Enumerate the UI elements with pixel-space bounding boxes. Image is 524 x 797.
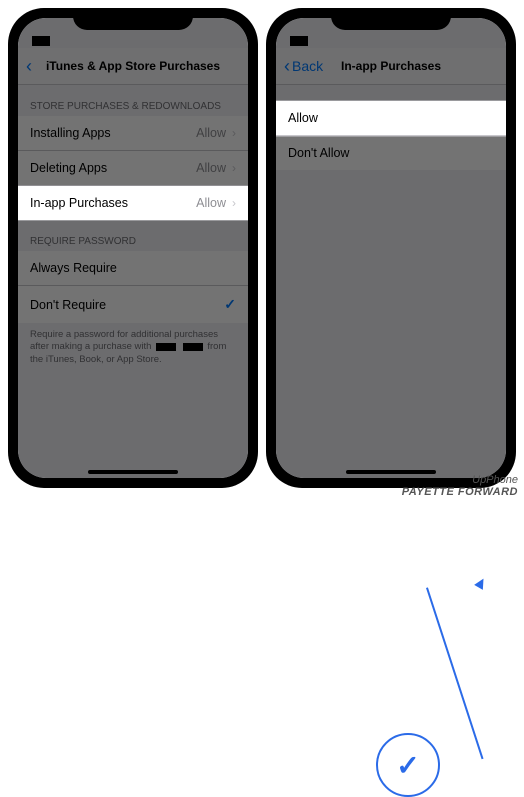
row-label: Installing Apps: [30, 126, 111, 140]
chevron-right-icon: ›: [232, 196, 236, 210]
row-label: Allow: [288, 111, 318, 125]
back-label: Back: [292, 58, 323, 74]
section-footer-password: Require a password for additional purcha…: [18, 323, 248, 372]
phone-frame-left: ‹ iTunes & App Store Purchases STORE PUR…: [8, 8, 258, 488]
page-title: iTunes & App Store Purchases: [18, 59, 248, 73]
redacted-block: [183, 343, 203, 351]
row-installing-apps[interactable]: Installing Apps Allow ›: [18, 116, 248, 151]
annotation-line: [426, 587, 484, 759]
home-indicator[interactable]: [88, 470, 178, 474]
notch: [73, 8, 193, 30]
row-label: Deleting Apps: [30, 161, 107, 175]
annotation-circle: ✓: [376, 733, 440, 797]
row-allow[interactable]: Allow: [276, 101, 506, 136]
screen-right: ‹ Back In-app Purchases Allow Don't Allo…: [276, 18, 506, 478]
watermark-line1: UpPhone: [402, 474, 518, 486]
list-password: Always Require Don't Require ✓: [18, 251, 248, 323]
row-label: Don't Allow: [288, 146, 349, 160]
phone-frame-right: ‹ Back In-app Purchases Allow Don't Allo…: [266, 8, 516, 488]
screen-left: ‹ iTunes & App Store Purchases STORE PUR…: [18, 18, 248, 478]
chevron-left-icon: ‹: [284, 57, 290, 75]
row-dont-require[interactable]: Don't Require ✓: [18, 286, 248, 323]
row-label: In-app Purchases: [30, 196, 128, 210]
row-always-require[interactable]: Always Require: [18, 251, 248, 286]
watermark-line2: PAYETTE FORWARD: [402, 486, 518, 498]
list-allow-options: Allow Don't Allow: [276, 101, 506, 170]
notch: [331, 8, 451, 30]
status-icon-block: [32, 36, 50, 46]
row-deleting-apps[interactable]: Deleting Apps Allow ›: [18, 151, 248, 186]
status-icon-block: [290, 36, 308, 46]
watermark: UpPhone PAYETTE FORWARD: [402, 474, 518, 498]
back-button[interactable]: ‹ Back: [284, 57, 323, 75]
section-header-password: REQUIRE PASSWORD: [18, 220, 248, 251]
chevron-right-icon: ›: [232, 161, 236, 175]
redacted-block: [156, 343, 176, 351]
annotation-arrowhead-icon: [474, 576, 488, 590]
checkmark-icon: ✓: [224, 296, 236, 313]
row-value: Allow: [196, 161, 226, 175]
chevron-right-icon: ›: [232, 126, 236, 140]
row-value: Allow: [196, 196, 226, 210]
row-label: Don't Require: [30, 298, 106, 312]
section-header-purchases: STORE PURCHASES & REDOWNLOADS: [18, 85, 248, 116]
navbar: ‹ Back In-app Purchases: [276, 48, 506, 85]
list-purchases: Installing Apps Allow › Deleting Apps Al…: [18, 116, 248, 220]
row-label: Always Require: [30, 261, 117, 275]
navbar: ‹ iTunes & App Store Purchases: [18, 48, 248, 85]
back-button[interactable]: ‹: [26, 57, 32, 75]
row-in-app-purchases[interactable]: In-app Purchases Allow ›: [18, 186, 248, 220]
row-dont-allow[interactable]: Don't Allow: [276, 136, 506, 170]
row-value: Allow: [196, 126, 226, 140]
chevron-left-icon: ‹: [26, 57, 32, 75]
checkmark-icon: ✓: [396, 749, 419, 782]
